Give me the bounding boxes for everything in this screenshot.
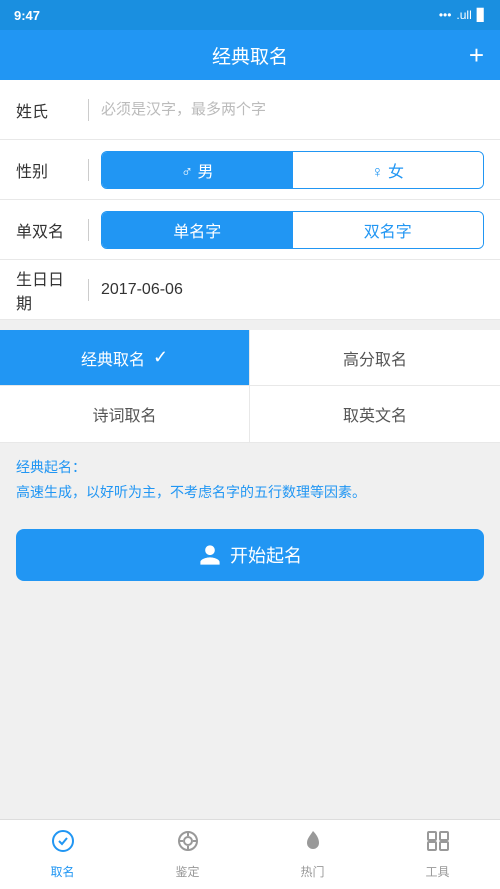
double-name-button[interactable]: 双名字 — [293, 212, 484, 248]
description-title: 经典起名： — [16, 457, 484, 477]
gender-label: 性别 — [16, 158, 76, 182]
start-button[interactable]: 开始起名 — [16, 529, 484, 581]
gender-male-button[interactable]: ♂ 男 — [102, 152, 293, 188]
start-button-label: 开始起名 — [230, 542, 302, 568]
category-english[interactable]: 取英文名 — [250, 386, 500, 442]
name-type-row: 单双名 单名字 双名字 — [0, 200, 500, 260]
battery-icon: ▊ — [477, 8, 486, 22]
name-type-toggle: 单名字 双名字 — [101, 211, 484, 249]
birthdate-value[interactable]: 2017-06-06 — [101, 281, 183, 299]
status-bar: 9:47 ••• .ull ▊ — [0, 0, 500, 30]
birthdate-divider — [88, 279, 89, 301]
nav-tools-icon — [426, 829, 450, 859]
nav-tools-label: 工具 — [425, 863, 449, 880]
category-poetry-label: 诗词取名 — [92, 402, 156, 426]
nav-hot[interactable]: 热门 — [250, 820, 375, 889]
nav-tools[interactable]: 工具 — [375, 820, 500, 889]
category-highscore-label: 高分取名 — [343, 346, 407, 370]
gender-female-button[interactable]: ♀ 女 — [293, 152, 484, 188]
nav-hot-label: 热门 — [300, 863, 324, 880]
nav-naming[interactable]: 取名 — [0, 820, 125, 889]
name-type-divider — [88, 219, 89, 241]
add-button[interactable]: + — [469, 40, 484, 71]
header-title: 经典取名 — [212, 42, 288, 69]
category-classic-label: 经典取名 — [81, 346, 145, 370]
header: 经典取名 + — [0, 30, 500, 80]
section-divider-1 — [0, 320, 500, 330]
gender-toggle: ♂ 男 ♀ 女 — [101, 151, 484, 189]
signal-dots-icon: ••• — [439, 8, 452, 22]
surname-label: 姓氏 — [16, 98, 76, 122]
surname-row: 姓氏 — [0, 80, 500, 140]
category-poetry[interactable]: 诗词取名 — [0, 386, 250, 442]
surname-divider — [88, 99, 89, 121]
person-icon — [198, 543, 222, 567]
description-area: 经典起名： 高速生成，以好听为主，不考虑名字的五行数理等因素。 — [0, 443, 500, 513]
nav-naming-label: 取名 — [50, 863, 74, 880]
signal-bars-icon: .ull — [456, 8, 471, 22]
category-highscore[interactable]: 高分取名 — [250, 330, 500, 386]
description-text: 高速生成，以好听为主，不考虑名字的五行数理等因素。 — [16, 481, 484, 503]
status-icons: ••• .ull ▊ — [439, 8, 486, 22]
gender-divider — [88, 159, 89, 181]
birthdate-label: 生日日期 — [16, 266, 76, 314]
check-icon: ✓ — [153, 347, 168, 368]
nav-hot-icon — [301, 829, 325, 859]
name-type-label: 单双名 — [16, 218, 76, 242]
status-time: 9:47 — [14, 8, 40, 23]
category-classic[interactable]: 经典取名 ✓ — [0, 330, 250, 386]
nav-naming-icon — [51, 829, 75, 859]
single-name-button[interactable]: 单名字 — [102, 212, 293, 248]
nav-appraise[interactable]: 鉴定 — [125, 820, 250, 889]
birthdate-row: 生日日期 2017-06-06 — [0, 260, 500, 320]
gender-row: 性别 ♂ 男 ♀ 女 — [0, 140, 500, 200]
category-grid: 经典取名 ✓ 高分取名 诗词取名 取英文名 — [0, 330, 500, 443]
nav-appraise-label: 鉴定 — [175, 863, 199, 880]
form-area: 姓氏 性别 ♂ 男 ♀ 女 单双名 单名字 双名字 生日日期 2017-06-0… — [0, 80, 500, 320]
bottom-nav: 取名 鉴定 热门 — [0, 819, 500, 889]
nav-appraise-icon — [176, 829, 200, 859]
category-english-label: 取英文名 — [343, 402, 407, 426]
surname-input[interactable] — [101, 101, 484, 118]
start-button-area: 开始起名 — [0, 513, 500, 597]
